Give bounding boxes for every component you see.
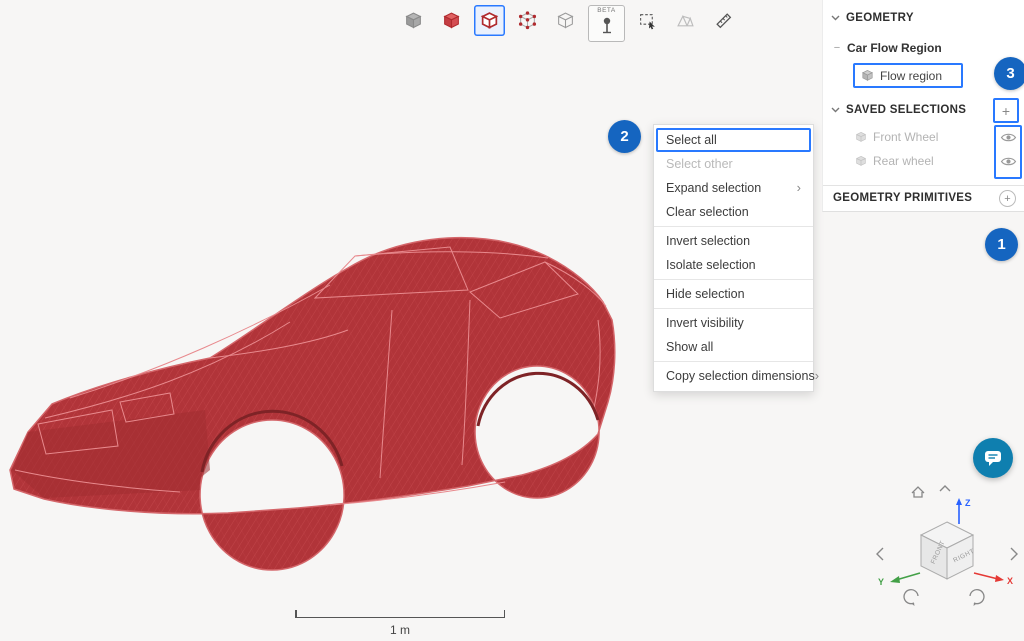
axis-z-label: Z (965, 498, 971, 508)
rotate-cw-icon[interactable] (970, 590, 984, 604)
tree-item-car-flow-region[interactable]: − Car Flow Region (833, 41, 942, 55)
face-select-cube-icon[interactable] (436, 5, 467, 36)
cube-icon (855, 131, 867, 143)
beta-badge: BETA (597, 7, 616, 15)
vertex-select-cube-icon[interactable] (512, 5, 543, 36)
menu-item-select-other: Select other (654, 152, 813, 176)
eye-icon[interactable] (1000, 155, 1017, 169)
menu-separator (654, 308, 813, 309)
menu-item-hide-selection[interactable]: Hide selection (654, 282, 813, 306)
menu-item-clear-selection[interactable]: Clear selection (654, 200, 813, 224)
submenu-arrow-icon: › (797, 176, 801, 200)
menu-separator (654, 361, 813, 362)
edge-select-cube-icon[interactable] (474, 5, 505, 36)
menu-item-invert-visibility[interactable]: Invert visibility (654, 311, 813, 335)
annotation-badge-2: 2 (608, 120, 641, 153)
menu-item-expand-selection[interactable]: Expand selection› (654, 176, 813, 200)
cube-icon (855, 155, 867, 167)
menu-item-copy-selection-dimensions[interactable]: Copy selection dimensions› (654, 364, 813, 388)
chevron-down-icon (831, 107, 840, 113)
axis-y-label: Y (878, 577, 884, 587)
box-select-icon[interactable] (632, 5, 663, 36)
add-geometry-primitive-button[interactable]: + (999, 190, 1016, 207)
axis-x-label: X (1007, 576, 1013, 586)
rotate-up-chevron-icon[interactable] (940, 486, 950, 491)
mesh-icon[interactable] (670, 5, 701, 36)
geometry-tree-panel: GEOMETRY − Car Flow Region Flow region S… (822, 0, 1024, 212)
measure-tool-icon[interactable] (708, 5, 739, 36)
chat-support-button[interactable] (973, 438, 1013, 478)
cube-icon (861, 69, 874, 82)
eye-icon[interactable] (1000, 131, 1017, 145)
rotate-left-chevron-icon[interactable] (877, 548, 883, 560)
rotate-ccw-icon[interactable] (904, 590, 918, 604)
menu-item-show-all[interactable]: Show all (654, 335, 813, 359)
geometry-section-header[interactable]: GEOMETRY (831, 12, 914, 24)
plus-icon: + (1002, 103, 1010, 119)
home-icon[interactable] (912, 487, 924, 497)
rotate-right-chevron-icon[interactable] (1011, 548, 1017, 560)
annotation-badge-3: 3 (994, 57, 1024, 90)
tree-item-flow-region[interactable]: Flow region (853, 63, 963, 88)
solid-cube-icon[interactable] (398, 5, 429, 36)
viewer-toolbar: BETA (398, 5, 739, 42)
menu-item-isolate-selection[interactable]: Isolate selection (654, 253, 813, 277)
menu-separator (654, 226, 813, 227)
chevron-down-icon (831, 15, 840, 21)
saved-selections-section-header[interactable]: SAVED SELECTIONS (831, 104, 966, 116)
plus-icon: + (1004, 193, 1010, 205)
menu-item-select-all[interactable]: Select all (656, 128, 811, 152)
saved-selection-rear-wheel[interactable]: Rear wheel (855, 154, 934, 168)
scale-label: 1 m (295, 623, 505, 637)
view-cube[interactable]: FRONT RIGHT (921, 522, 976, 579)
menu-separator (654, 279, 813, 280)
menu-item-invert-selection[interactable]: Invert selection (654, 229, 813, 253)
viewport-context-menu: Select all Select other Expand selection… (653, 124, 814, 392)
saved-selection-front-wheel[interactable]: Front Wheel (855, 130, 938, 144)
scale-bar (295, 611, 505, 618)
navigation-cube[interactable]: FRONT RIGHT Z X Y (862, 478, 1024, 628)
transparent-cube-icon[interactable] (550, 5, 581, 36)
geometry-primitives-section-header[interactable]: GEOMETRY PRIMITIVES (833, 192, 972, 204)
annotation-badge-1: 1 (985, 228, 1018, 261)
collapse-toggle-icon[interactable]: − (833, 42, 841, 54)
chat-bubble-icon (982, 447, 1004, 469)
probe-point-icon[interactable]: BETA (588, 5, 625, 42)
submenu-arrow-icon: › (815, 364, 819, 388)
section-divider (823, 185, 1024, 186)
add-saved-selection-button[interactable]: + (993, 98, 1019, 123)
